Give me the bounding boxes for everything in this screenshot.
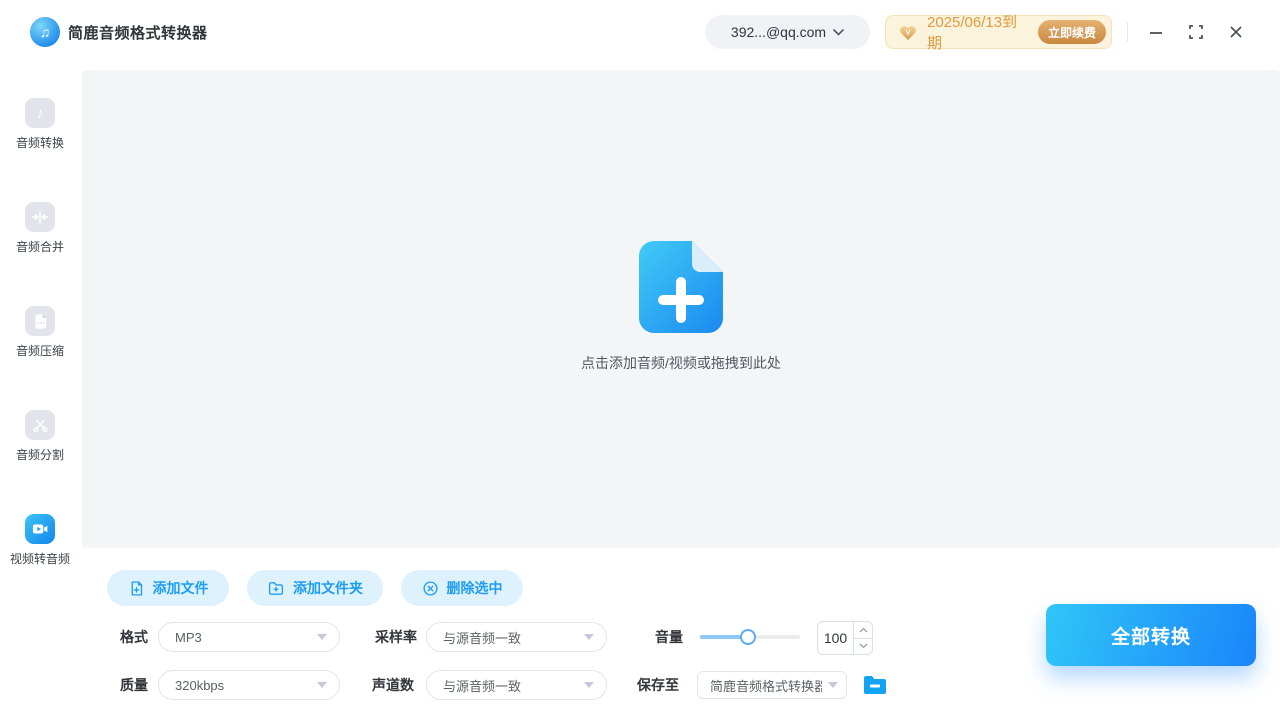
scissors-icon [25, 410, 55, 440]
account-dropdown[interactable]: 392...@qq.com [705, 15, 870, 49]
add-folder-button[interactable]: 添加文件夹 [247, 570, 383, 606]
video-camera-icon [25, 514, 55, 544]
app-logo-icon: ♫ [30, 17, 60, 47]
format-value: MP3 [175, 629, 202, 645]
sidebar-item-label: 音频分割 [15, 448, 64, 462]
sidebar-item-label: 视频转音频 [9, 552, 70, 566]
music-note-icon: ♪ [25, 98, 55, 128]
minimize-icon [1150, 32, 1162, 34]
delete-selected-label: 删除选中 [446, 580, 503, 596]
spinner-down-button[interactable] [854, 639, 872, 655]
compressed-file-icon [25, 306, 55, 336]
svg-text:V: V [905, 27, 911, 36]
delete-selected-button[interactable]: 删除选中 [401, 570, 523, 606]
dropdown-arrow-icon [584, 634, 594, 640]
maximize-icon [1189, 25, 1203, 39]
dropzone-hint: 点击添加音频/视频或拖拽到此处 [581, 355, 781, 371]
dropdown-arrow-icon [828, 682, 838, 688]
save-to-label: 保存至 [637, 677, 679, 693]
format-label: 格式 [120, 629, 148, 645]
sidebar-item-audio-split[interactable]: 音频分割 [0, 410, 80, 463]
convert-all-button[interactable]: 全部转换 [1046, 604, 1256, 666]
format-dropdown[interactable]: MP3 [158, 622, 340, 652]
circle-x-icon [422, 580, 438, 596]
vip-status: V 2025/06/13到期 立即续费 [885, 14, 1112, 52]
title-bar: ♫ 简鹿音频格式转换器 392...@qq.com V 2025/06/13到期… [0, 0, 1280, 64]
close-button[interactable] [1220, 16, 1252, 48]
sidebar-item-audio-merge[interactable]: 音频合并 [0, 202, 80, 255]
sample-rate-label: 采样率 [375, 629, 417, 645]
dropdown-arrow-icon [317, 634, 327, 640]
channels-value: 与源音频一致 [443, 678, 522, 694]
sample-rate-dropdown[interactable]: 与源音频一致 [426, 622, 607, 652]
vip-expiry-date: 2025/06/13到期 [927, 14, 1018, 52]
add-file-plus-icon[interactable] [639, 241, 723, 333]
sample-rate-value: 与源音频一致 [443, 630, 522, 646]
merge-arrows-icon [25, 202, 55, 232]
file-plus-icon [131, 580, 142, 596]
maximize-button[interactable] [1180, 16, 1212, 48]
vip-heart-icon: V [900, 26, 916, 41]
add-file-label: 添加文件 [152, 580, 209, 596]
app-title: 简鹿音频格式转换器 [68, 24, 208, 42]
file-list-dropzone[interactable]: 点击添加音频/视频或拖拽到此处 [82, 70, 1280, 548]
volume-slider-thumb[interactable] [740, 629, 756, 645]
dropdown-arrow-icon [584, 682, 594, 688]
folder-plus-icon [268, 581, 284, 595]
browse-folder-button[interactable] [862, 673, 888, 697]
chevron-down-icon [859, 643, 867, 649]
sidebar-item-label: 音频合并 [15, 240, 64, 254]
close-icon [1230, 26, 1242, 38]
channels-label: 声道数 [372, 677, 414, 693]
sidebar: ♪ 音频转换 音频合并 音频压缩 音频分割 视频转音频 [0, 64, 80, 720]
channels-dropdown[interactable]: 与源音频一致 [426, 670, 607, 700]
volume-slider[interactable] [700, 629, 800, 645]
sidebar-item-video-to-audio[interactable]: 视频转音频 [0, 514, 80, 567]
spinner-up-button[interactable] [854, 622, 872, 639]
chevron-down-icon [833, 28, 844, 36]
sidebar-item-audio-compress[interactable]: 音频压缩 [0, 306, 80, 359]
renew-button[interactable]: 立即续费 [1037, 20, 1106, 44]
sidebar-item-label: 音频转换 [15, 136, 64, 150]
titlebar-divider [1127, 22, 1128, 42]
chevron-up-icon [859, 627, 867, 633]
add-folder-label: 添加文件夹 [293, 580, 363, 596]
save-to-dropdown[interactable]: 简鹿音频格式转换器 [697, 671, 847, 699]
volume-spinner [817, 621, 873, 655]
quality-dropdown[interactable]: 320kbps [158, 670, 340, 700]
sidebar-item-label: 音频压缩 [15, 344, 64, 358]
save-to-value: 简鹿音频格式转换器 [710, 678, 822, 694]
volume-input[interactable] [818, 622, 853, 654]
sidebar-item-audio-convert[interactable]: ♪ 音频转换 [0, 98, 80, 151]
dropdown-arrow-icon [317, 682, 327, 688]
add-file-button[interactable]: 添加文件 [107, 570, 229, 606]
volume-label: 音量 [655, 629, 683, 645]
open-folder-icon [864, 676, 886, 694]
quality-label: 质量 [120, 677, 148, 693]
minimize-button[interactable] [1140, 16, 1172, 48]
account-email: 392...@qq.com [730, 24, 827, 40]
quality-value: 320kbps [175, 677, 225, 693]
